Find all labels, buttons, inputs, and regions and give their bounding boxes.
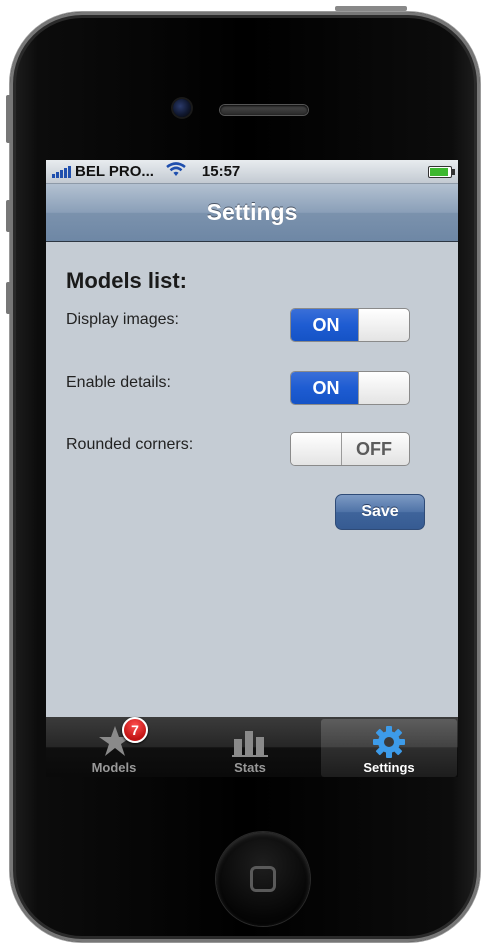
home-square-icon [250, 866, 276, 892]
display-images-switch[interactable]: ON [290, 308, 410, 342]
status-bar: BEL PRO... 15:57 [46, 160, 458, 184]
switch-knob [358, 372, 409, 404]
speaker-grille [220, 105, 308, 115]
camera-icon [173, 99, 191, 117]
screen: BEL PRO... 15:57 Settings Models list: D… [46, 160, 458, 777]
section-title: Models list: [66, 268, 188, 293]
settings-content: Models list: Display images: ON Enable d… [46, 242, 458, 718]
battery-icon [428, 165, 455, 178]
mute-switch [6, 95, 11, 143]
power-button [335, 6, 407, 11]
rounded-corners-label: Rounded corners: [66, 436, 194, 453]
enable-details-switch[interactable]: ON [290, 371, 410, 405]
home-button[interactable] [216, 832, 310, 926]
save-button[interactable]: Save [335, 494, 425, 530]
status-time: 15:57 [201, 163, 241, 180]
badge-count: 7 [122, 717, 148, 743]
tab-bar: 7 Models Stats Settings [46, 717, 458, 777]
switch-off-text: OFF [356, 438, 392, 459]
navigation-bar: Settings [46, 184, 458, 242]
switch-knob [291, 433, 342, 465]
volume-down-button [6, 282, 11, 314]
tab-models[interactable]: 7 Models [46, 717, 182, 777]
tab-label: Stats [234, 760, 266, 775]
rounded-corners-switch[interactable]: OFF [290, 432, 410, 466]
tab-label: Settings [363, 760, 415, 775]
display-images-label: Display images: [66, 311, 179, 328]
page-title: Settings [206, 199, 298, 225]
switch-on-text: ON [291, 372, 361, 404]
wifi-icon [166, 162, 186, 181]
switch-knob [358, 309, 409, 341]
gear-icon [373, 726, 405, 758]
volume-up-button [6, 200, 11, 232]
enable-details-label: Enable details: [66, 374, 171, 391]
bar-chart-icon [232, 731, 268, 757]
tab-stats[interactable]: Stats [182, 717, 318, 777]
switch-on-text: ON [291, 309, 361, 341]
tab-label: Models [91, 760, 137, 775]
signal-bars-icon [52, 165, 71, 178]
tab-settings[interactable]: Settings [321, 719, 457, 777]
carrier-name: BEL PRO... [75, 163, 154, 180]
